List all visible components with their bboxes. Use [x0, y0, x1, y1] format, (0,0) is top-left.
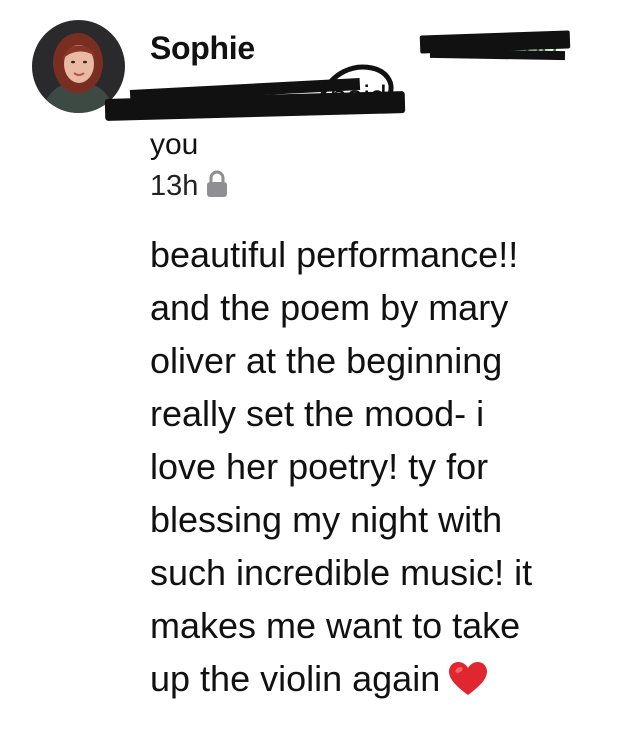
- author-name[interactable]: Sophie: [150, 30, 255, 67]
- note-line: up the violin again: [150, 658, 441, 699]
- lock-icon: [206, 170, 228, 203]
- note-line: and the poem by mary: [150, 287, 509, 328]
- post-meta: 13h: [150, 170, 228, 203]
- timestamp: 13h: [150, 170, 199, 202]
- recipient-label: you: [150, 128, 199, 161]
- payment-note: beautiful performance!! and the poem by …: [150, 228, 600, 711]
- heart-icon: [448, 658, 488, 711]
- note-line: blessing my night with: [150, 499, 503, 540]
- redaction-scribble: [320, 64, 394, 99]
- note-last-line: up the violin again: [150, 652, 600, 711]
- note-line: love her poetry! ty for: [150, 446, 489, 487]
- note-line: beautiful performance!!: [150, 234, 519, 275]
- note-line: oliver at the beginning: [150, 340, 503, 381]
- note-line: makes me want to take: [150, 605, 521, 646]
- note-line: really set the mood- i: [150, 393, 485, 434]
- note-line: such incredible music! it: [150, 552, 533, 593]
